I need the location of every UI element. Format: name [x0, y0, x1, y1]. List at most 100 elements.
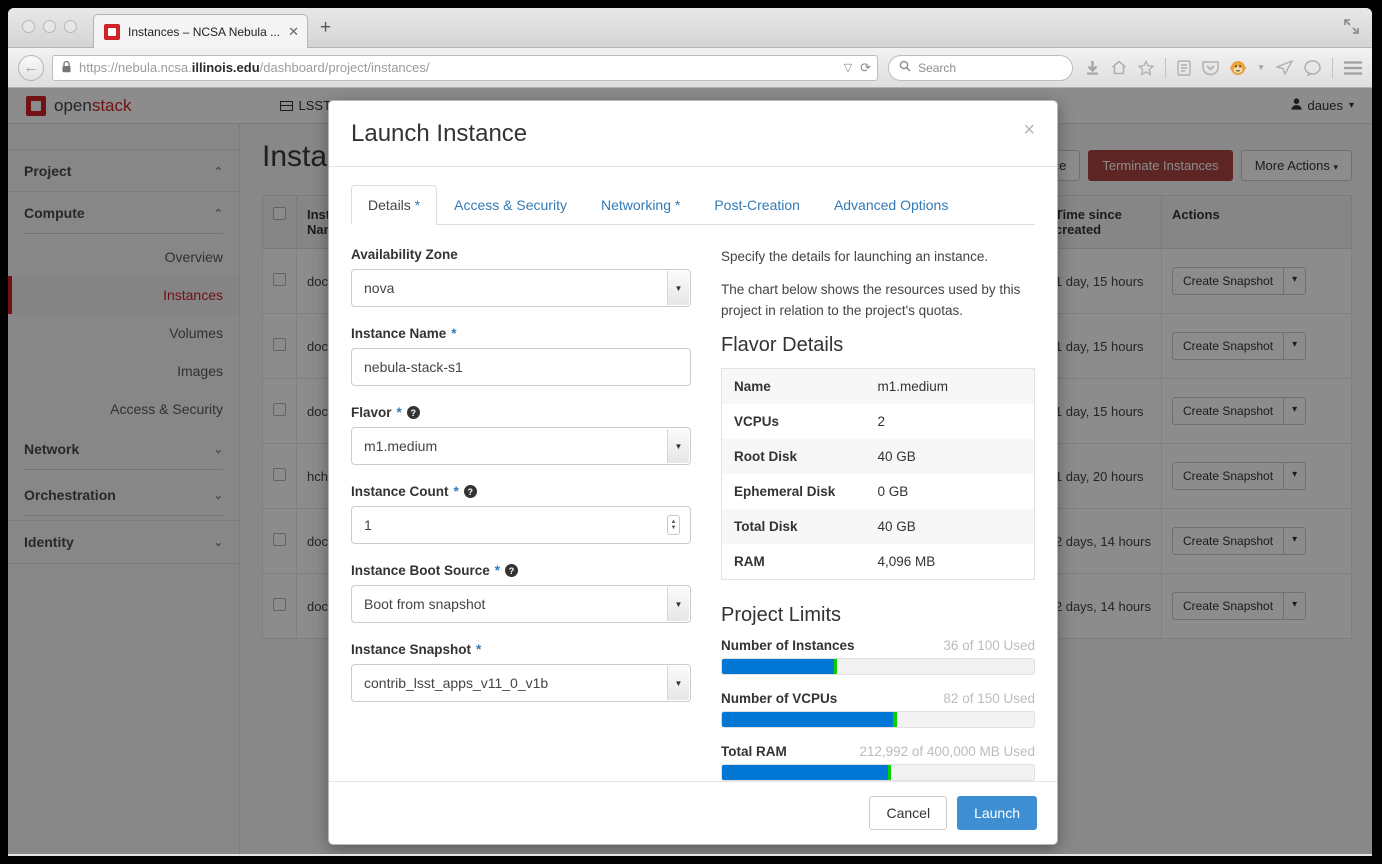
limit-vcpus-bar: [721, 710, 1035, 728]
tab-details-required: *: [410, 197, 421, 213]
modal-tabs: Details * Access & Security Networking *…: [351, 185, 1035, 225]
flavor-value-root-disk: 40 GB: [877, 448, 916, 464]
help-icon[interactable]: ?: [463, 485, 477, 498]
modal-details-column: Specify the details for launching an ins…: [721, 247, 1035, 781]
boot-source-label: Instance Boot Source * ?: [351, 563, 691, 578]
limit-instances-row: Number of Instances 36 of 100 Used: [721, 638, 1035, 653]
tab-advanced-options-label: Advanced Options: [833, 197, 949, 213]
browser-navbar: ← https://nebula.ncsa.illinois.edu/dashb…: [8, 48, 1372, 88]
chevron-down-icon: ▼: [667, 666, 689, 700]
modal-footer: Cancel Launch: [329, 781, 1057, 844]
flavor-key-name: Name: [734, 378, 771, 394]
limit-ram-row: Total RAM 212,992 of 400,000 MB Used: [721, 744, 1035, 759]
instance-name-required: *: [451, 326, 457, 341]
toolbar-separator-2: [1332, 57, 1333, 78]
home-icon[interactable]: [1111, 60, 1127, 75]
fullscreen-arrows-icon: [1344, 19, 1359, 34]
modal-title: Launch Instance: [351, 120, 528, 147]
flavor-value: m1.medium: [364, 438, 438, 454]
reading-list-icon[interactable]: [1177, 59, 1191, 76]
instance-name-label-text: Instance Name: [351, 326, 447, 341]
quantity-stepper[interactable]: ▲ ▼: [667, 515, 680, 535]
avatar-dropdown-icon[interactable]: ▼: [1257, 63, 1265, 72]
limit-instances: Number of Instances 36 of 100 Used: [721, 638, 1035, 675]
send-tab-icon[interactable]: [1276, 60, 1293, 75]
chat-bubble-icon[interactable]: [1304, 59, 1321, 76]
tab-title: Instances – NCSA Nebula ...: [128, 24, 281, 39]
boot-source-required: *: [494, 563, 501, 578]
browser-tab[interactable]: Instances – NCSA Nebula ... ✕: [93, 14, 308, 48]
tab-post-creation-label: Post-Creation: [714, 197, 800, 213]
page-viewport: openstack LSST ▾ daues ▾: [8, 88, 1372, 854]
tab-close-icon[interactable]: ✕: [282, 24, 299, 40]
tab-advanced-options[interactable]: Advanced Options: [817, 185, 965, 225]
limit-instances-value: 36 of 100 Used: [943, 637, 1035, 653]
modal-info-line2: The chart below shows the resources used…: [721, 282, 1021, 318]
modal-info-line1: Specify the details for launching an ins…: [721, 249, 989, 264]
url-scheme: https://: [79, 60, 119, 75]
instance-name-input[interactable]: nebula-stack-s1: [351, 348, 691, 386]
tab-access-security[interactable]: Access & Security: [437, 185, 584, 225]
instance-count-value: 1: [364, 517, 372, 533]
url-bar[interactable]: https://nebula.ncsa.illinois.edu/dashboa…: [52, 54, 879, 81]
flavor-label: Flavor * ?: [351, 405, 691, 420]
chevron-down-icon: ▼: [667, 587, 689, 621]
boot-source-select[interactable]: Boot from snapshot ▼: [351, 585, 691, 623]
tab-post-creation[interactable]: Post-Creation: [697, 185, 817, 225]
stepper-down-icon[interactable]: ▼: [671, 525, 677, 531]
search-input[interactable]: Search: [888, 54, 1074, 81]
flavor-key-root-disk: Root Disk: [734, 448, 798, 464]
back-button[interactable]: ←: [18, 54, 44, 81]
limit-instances-new-fill: [834, 658, 838, 674]
flavor-label-text: Flavor: [351, 405, 392, 420]
chevron-down-icon: ▼: [667, 429, 689, 463]
browser-window: Instances – NCSA Nebula ... ✕ + ← https:…: [8, 8, 1372, 856]
window-controls[interactable]: [22, 20, 77, 33]
lock-icon: [61, 60, 72, 76]
limit-instances-name: Number of Instances: [721, 637, 855, 653]
downloads-icon[interactable]: [1085, 60, 1100, 76]
flavor-key-ephemeral-disk: Ephemeral Disk: [734, 483, 836, 499]
modal-form-column: Availability Zone nova ▼ Instance Name *: [351, 247, 691, 781]
instance-count-input[interactable]: 1 ▲ ▼: [351, 506, 691, 544]
modal-header: Launch Instance ×: [329, 101, 1057, 167]
instance-count-label: Instance Count * ?: [351, 484, 691, 499]
flavor-key-vcpus: VCPUs: [734, 413, 780, 429]
instance-snapshot-value: contrib_lsst_apps_v11_0_v1b: [364, 675, 549, 691]
limit-vcpus-value: 82 of 150 Used: [943, 690, 1035, 706]
limit-instances-bar: [721, 657, 1035, 675]
reload-icon[interactable]: ⟳: [860, 60, 871, 76]
hamburger-menu-icon[interactable]: [1344, 60, 1362, 75]
flavor-row: RAM 4,096 MB: [722, 544, 1035, 580]
launch-button[interactable]: Launch: [957, 796, 1037, 830]
limit-ram-bar: [721, 763, 1035, 781]
url-actions: ▽ ⟳: [844, 60, 871, 76]
tab-networking[interactable]: Networking *: [584, 185, 697, 225]
help-icon[interactable]: ?: [505, 564, 519, 577]
flavor-select[interactable]: m1.medium ▼: [351, 427, 691, 465]
browser-toolbar-icons: ▼: [1085, 57, 1362, 78]
bookmark-star-icon[interactable]: [1138, 59, 1155, 76]
pocket-icon[interactable]: [1202, 60, 1219, 76]
new-tab-button[interactable]: +: [320, 18, 331, 37]
help-icon[interactable]: ?: [406, 406, 420, 419]
flavor-value-total-disk: 40 GB: [877, 518, 916, 534]
tab-networking-required: *: [671, 197, 681, 213]
monkey-avatar-icon[interactable]: [1230, 60, 1246, 76]
tab-details[interactable]: Details *: [351, 185, 438, 225]
search-placeholder: Search: [918, 60, 957, 75]
availability-zone-select[interactable]: nova ▼: [351, 269, 691, 307]
cancel-button[interactable]: Cancel: [869, 796, 948, 830]
window-close-button[interactable]: [22, 20, 35, 33]
window-zoom-button[interactable]: [64, 20, 77, 33]
browser-tabstrip: Instances – NCSA Nebula ... ✕ +: [8, 8, 1372, 48]
instance-snapshot-select[interactable]: contrib_lsst_apps_v11_0_v1b ▼: [351, 664, 691, 702]
dropmarker-icon[interactable]: ▽: [844, 61, 852, 74]
instance-snapshot-label-text: Instance Snapshot: [351, 642, 472, 657]
limit-vcpus-name: Number of VCPUs: [721, 690, 838, 706]
url-text: https://nebula.ncsa.illinois.edu/dashboa…: [79, 60, 430, 75]
modal-body: Details * Access & Security Networking *…: [329, 167, 1057, 781]
window-minimize-button[interactable]: [43, 20, 56, 33]
modal-close-icon[interactable]: ×: [1023, 120, 1035, 140]
window-fullscreen-icon[interactable]: [1343, 18, 1360, 35]
